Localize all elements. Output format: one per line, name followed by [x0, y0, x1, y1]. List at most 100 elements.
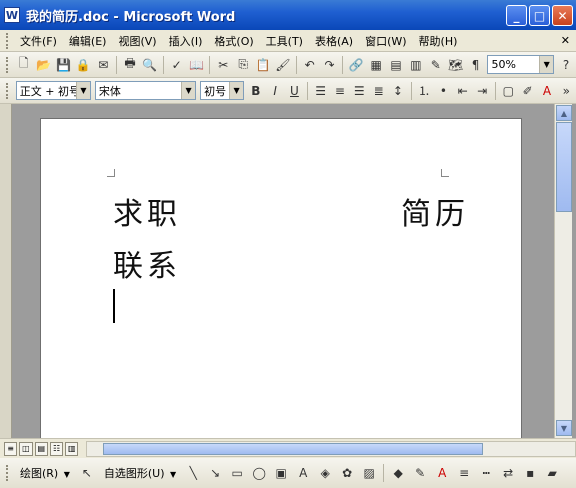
scroll-up-icon[interactable]: ▲	[556, 105, 572, 121]
3d-style-icon[interactable]: ▰	[542, 463, 562, 483]
align-right-icon[interactable]: ☰	[351, 81, 368, 101]
align-center-icon[interactable]: ≡	[331, 81, 348, 101]
outline-view-icon[interactable]: ☷	[49, 441, 64, 456]
horizontal-scroll-thumb[interactable]	[103, 442, 484, 455]
autoshapes-button[interactable]: 自选图形(U) ▼	[98, 465, 182, 481]
print-icon[interactable]: 🖶	[121, 55, 139, 75]
chevron-down-icon[interactable]: ▼	[229, 82, 244, 99]
menu-window[interactable]: 窗口(W)	[359, 31, 412, 51]
numbering-icon[interactable]: ⒈	[415, 81, 432, 101]
scroll-thumb[interactable]	[556, 122, 572, 212]
chevron-down-icon[interactable]: ▼	[181, 82, 196, 99]
drawing-icon[interactable]: ✎	[427, 55, 445, 75]
toolbar-grip-handle[interactable]	[6, 465, 10, 481]
bullets-icon[interactable]: •	[435, 81, 452, 101]
tables-borders-icon[interactable]: ▦	[367, 55, 385, 75]
minimize-button[interactable]: _	[506, 5, 527, 26]
border-icon[interactable]: ▢	[500, 81, 517, 101]
vertical-scrollbar[interactable]: ▲ ▼	[554, 104, 572, 438]
open-folder-icon[interactable]: 📂	[35, 55, 53, 75]
print-view-icon[interactable]: ▤	[34, 441, 48, 456]
menu-grip-handle[interactable]	[6, 32, 10, 49]
document-map-icon[interactable]: 🗺	[447, 55, 465, 75]
font-size-dropdown[interactable]: 初号 ▼	[200, 81, 245, 100]
horizontal-scrollbar[interactable]	[86, 440, 576, 457]
copy-icon[interactable]: ⎘	[234, 55, 252, 75]
menu-tools[interactable]: 工具(T)	[260, 31, 309, 51]
show-hide-icon[interactable]: ¶	[467, 55, 485, 75]
clipart-icon[interactable]: ✿	[337, 463, 357, 483]
print-preview-icon[interactable]: 🔍	[141, 55, 159, 75]
menu-table[interactable]: 表格(A)	[309, 31, 359, 51]
draw-menu-button[interactable]: 绘图(R) ▼	[14, 465, 76, 481]
chevron-down-icon[interactable]: ▼	[75, 82, 90, 99]
textbox-icon[interactable]: ▣	[271, 463, 291, 483]
save-icon[interactable]: 💾	[55, 55, 73, 75]
italic-icon[interactable]: I	[266, 81, 283, 101]
menu-format[interactable]: 格式(O)	[208, 31, 259, 51]
paste-icon[interactable]: 📋	[254, 55, 272, 75]
decrease-indent-icon[interactable]: ⇤	[454, 81, 471, 101]
doc-text-line1-right[interactable]: 简历	[401, 189, 469, 233]
wordart-icon[interactable]: A	[293, 463, 313, 483]
undo-icon[interactable]: ↶	[301, 55, 319, 75]
line-style-icon[interactable]: ≡	[454, 463, 474, 483]
doc-text-line2[interactable]: 联系	[113, 241, 181, 285]
reading-view-icon[interactable]: ▥	[65, 441, 79, 456]
menu-insert[interactable]: 插入(I)	[163, 31, 209, 51]
diagram-icon[interactable]: ◈	[315, 463, 335, 483]
picture-icon[interactable]: ▨	[359, 463, 379, 483]
insert-table-icon[interactable]: ▤	[387, 55, 405, 75]
font-color-icon[interactable]: A	[538, 81, 555, 101]
normal-view-icon[interactable]: ≡	[4, 441, 18, 456]
underline-icon[interactable]: U	[286, 81, 303, 101]
document-page[interactable]: 求职 简历 联系	[40, 118, 522, 438]
highlight-icon[interactable]: ✐	[519, 81, 536, 101]
align-left-icon[interactable]: ☰	[312, 81, 329, 101]
dash-style-icon[interactable]: ┅	[476, 463, 496, 483]
line-spacing-icon[interactable]: ↕	[389, 81, 406, 101]
menu-file[interactable]: 文件(F)	[14, 31, 63, 51]
toolbar-options-icon[interactable]: »	[558, 81, 575, 101]
font-color-draw-icon[interactable]: A	[432, 463, 452, 483]
maximize-button[interactable]: □	[529, 5, 550, 26]
email-icon[interactable]: ✉	[94, 55, 112, 75]
oval-icon[interactable]: ◯	[249, 463, 269, 483]
fill-color-icon[interactable]: ◆	[388, 463, 408, 483]
web-view-icon[interactable]: ◫	[19, 441, 33, 456]
redo-icon[interactable]: ↷	[321, 55, 339, 75]
close-document-icon[interactable]: ✕	[561, 34, 570, 47]
scroll-down-icon[interactable]: ▼	[556, 420, 572, 436]
justify-icon[interactable]: ≣	[370, 81, 387, 101]
arrow-icon[interactable]: ↘	[205, 463, 225, 483]
increase-indent-icon[interactable]: ⇥	[473, 81, 490, 101]
arrow-style-icon[interactable]: ⇄	[498, 463, 518, 483]
shadow-icon[interactable]: ▪	[520, 463, 540, 483]
hyperlink-icon[interactable]: 🔗	[347, 55, 365, 75]
menu-view[interactable]: 视图(V)	[112, 31, 162, 51]
line-color-icon[interactable]: ✎	[410, 463, 430, 483]
menu-help[interactable]: 帮助(H)	[413, 31, 464, 51]
rectangle-icon[interactable]: ▭	[227, 463, 247, 483]
toolbar-grip-handle[interactable]	[6, 82, 10, 99]
close-button[interactable]: ✕	[552, 5, 573, 26]
select-objects-icon[interactable]: ↖	[77, 463, 97, 483]
font-dropdown[interactable]: 宋体 ▼	[94, 81, 197, 100]
help-icon[interactable]: ?	[557, 55, 575, 75]
new-doc-icon[interactable]: 🗋	[15, 55, 33, 75]
doc-text-line1-left[interactable]: 求职	[113, 189, 181, 233]
word-app-icon[interactable]: W	[4, 7, 20, 23]
cut-icon[interactable]: ✂	[214, 55, 232, 75]
spelling-icon[interactable]: ✓	[168, 55, 186, 75]
columns-icon[interactable]: ▥	[407, 55, 425, 75]
permission-icon[interactable]: 🔒	[74, 55, 92, 75]
menu-edit[interactable]: 编辑(E)	[63, 31, 113, 51]
zoom-dropdown[interactable]: 50% ▼	[487, 55, 555, 74]
line-icon[interactable]: ╲	[183, 463, 203, 483]
chevron-down-icon[interactable]: ▼	[539, 56, 554, 73]
research-icon[interactable]: 📖	[188, 55, 206, 75]
style-dropdown[interactable]: 正文 + 初号 ▼	[15, 81, 91, 100]
format-painter-icon[interactable]: 🖌	[274, 55, 292, 75]
bold-icon[interactable]: B	[247, 81, 264, 101]
toolbar-grip-handle[interactable]	[6, 56, 10, 73]
